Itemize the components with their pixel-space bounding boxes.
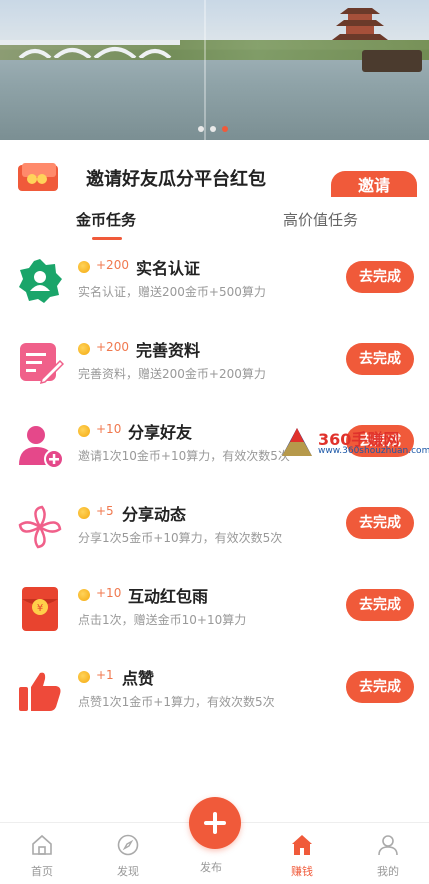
carousel-dot[interactable] xyxy=(198,126,204,132)
nav-item-home[interactable]: 首页 xyxy=(12,833,72,879)
task-row-share-moment: +5 分享动态 分享1次5金币+10算力，有效次数5次 去完成 xyxy=(0,491,429,573)
carousel-dot-active[interactable] xyxy=(222,126,228,132)
boat-image xyxy=(362,50,422,72)
coin-icon xyxy=(78,261,90,273)
banner-split xyxy=(204,0,206,140)
coin-icon xyxy=(78,671,90,683)
task-complete-button[interactable]: 去完成 xyxy=(346,507,414,539)
tab-high-value-tasks[interactable]: 高价值任务 xyxy=(283,209,358,230)
coin-icon xyxy=(78,507,90,519)
task-row-profile: +200 完善资料 完善资料，赠送200金币+200算力 去完成 xyxy=(0,327,429,409)
thumbs-up-icon xyxy=(19,672,61,711)
task-desc: 邀请1次10金币+10算力，有效次数5次 xyxy=(78,449,290,463)
task-reward: +200 xyxy=(96,340,129,354)
pagoda-image xyxy=(332,8,388,40)
task-desc: 实名认证，赠送200金币+500算力 xyxy=(78,285,266,299)
svg-text:¥: ¥ xyxy=(37,603,43,614)
nav-item-label: 首页 xyxy=(31,865,53,878)
task-desc: 完善资料，赠送200金币+200算力 xyxy=(78,367,266,381)
bridge-image xyxy=(0,40,180,58)
task-complete-button[interactable]: 去完成 xyxy=(346,589,414,621)
task-title: 分享好友 xyxy=(128,423,193,442)
red-envelope-icon xyxy=(18,163,58,191)
home-filled-icon xyxy=(292,835,312,855)
publish-fab-button[interactable] xyxy=(189,797,241,849)
task-complete-button[interactable]: 去完成 xyxy=(346,343,414,375)
task-desc: 分享1次5金币+10算力，有效次数5次 xyxy=(78,531,283,545)
banner-carousel[interactable] xyxy=(0,0,429,140)
nav-item-earn[interactable]: 赚钱 xyxy=(272,833,332,879)
publish-label: 发布 xyxy=(200,861,222,874)
task-complete-button[interactable]: 去完成 xyxy=(346,671,414,703)
carousel-dot[interactable] xyxy=(210,126,216,132)
nav-item-label: 发现 xyxy=(117,865,139,878)
watermark-url: www.360shouzhuan.com xyxy=(318,446,429,456)
tab-active-indicator xyxy=(92,237,122,240)
nav-item-profile[interactable]: 我的 xyxy=(358,833,418,879)
task-title: 实名认证 xyxy=(136,259,201,278)
task-reward: +10 xyxy=(96,422,122,436)
coin-icon xyxy=(78,589,90,601)
red-packet-icon: ¥ xyxy=(22,587,58,631)
task-reward: +5 xyxy=(96,504,114,518)
tab-coin-tasks[interactable]: 金币任务 xyxy=(76,209,136,230)
pinwheel-icon xyxy=(18,505,62,549)
watermark: 360手赚网 www.360shouzhuan.com xyxy=(280,424,429,462)
task-desc: 点击1次，赠送金币10+10算力 xyxy=(78,613,247,627)
plus-icon xyxy=(213,812,217,834)
verify-badge-icon xyxy=(19,259,62,303)
task-reward: +10 xyxy=(96,586,122,600)
task-complete-button[interactable]: 去完成 xyxy=(346,261,414,293)
edit-document-icon xyxy=(20,343,64,385)
nav-item-discover[interactable]: 发现 xyxy=(98,833,158,879)
compass-icon xyxy=(117,834,139,856)
user-icon xyxy=(378,835,398,856)
watermark-logo-icon xyxy=(282,428,312,456)
coin-icon xyxy=(78,425,90,437)
carousel-dots[interactable] xyxy=(198,126,228,132)
invite-button[interactable]: 邀请 xyxy=(331,171,417,197)
nav-item-label: 赚钱 xyxy=(291,865,313,878)
task-title: 点赞 xyxy=(122,669,155,688)
task-desc: 点赞1次1金币+1算力，有效次数5次 xyxy=(78,695,275,709)
task-title: 分享动态 xyxy=(122,505,187,524)
coin-icon xyxy=(78,343,90,355)
invite-text: 邀请好友瓜分平台红包 xyxy=(86,169,266,190)
task-reward: +200 xyxy=(96,258,129,272)
task-row-like: +1 点赞 点赞1次1金币+1算力，有效次数5次 去完成 xyxy=(0,655,429,737)
add-friend-icon xyxy=(19,426,64,469)
nav-item-label: 我的 xyxy=(377,865,399,878)
task-tabs: 金币任务 高价值任务 xyxy=(0,201,429,241)
task-row-verify: +200 实名认证 实名认证，赠送200金币+500算力 去完成 xyxy=(0,245,429,327)
task-title: 互动红包雨 xyxy=(128,587,209,606)
task-row-red-packet-rain: ¥ +10 互动红包雨 点击1次，赠送金币10+10算力 去完成 xyxy=(0,573,429,655)
task-title: 完善资料 xyxy=(136,341,201,360)
task-reward: +1 xyxy=(96,668,114,682)
home-outline-icon xyxy=(32,834,52,855)
invite-banner: 邀请好友瓜分平台红包 邀请 xyxy=(0,141,429,201)
